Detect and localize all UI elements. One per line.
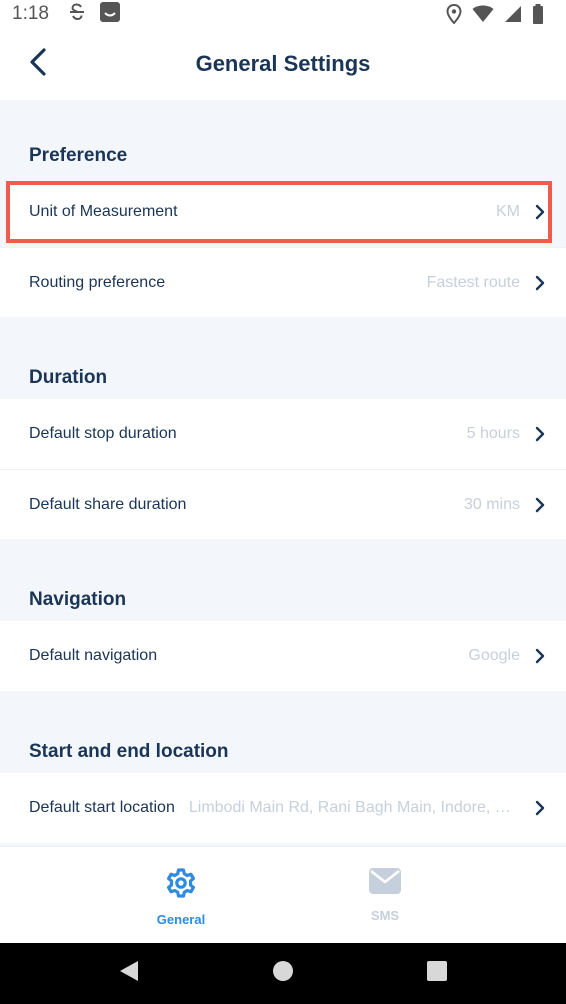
chevron-right-icon — [534, 275, 546, 291]
row-value: Google — [468, 647, 520, 664]
section-title-start-end-location: Start and end location — [29, 741, 229, 762]
row-label: Default start location — [29, 799, 175, 816]
cell-signal-icon — [504, 5, 522, 28]
chevron-right-icon — [534, 204, 546, 220]
tab-sms[interactable]: SMS — [333, 867, 437, 943]
settings-list[interactable]: Preference Unit of Measurement KM Routin… — [0, 100, 566, 846]
chevron-left-icon — [28, 47, 48, 81]
row-label: Routing preference — [29, 273, 166, 291]
row-label: Default stop duration — [29, 425, 177, 442]
status-time: 1:18 — [12, 3, 49, 24]
tab-general-label: General — [156, 912, 206, 927]
bottom-tab-bar: General SMS — [0, 846, 566, 943]
back-button[interactable] — [22, 47, 54, 81]
square-recents-icon — [426, 960, 448, 987]
system-recents-button[interactable] — [425, 960, 449, 987]
chevron-right-icon — [534, 426, 546, 442]
section-title-duration: Duration — [29, 367, 108, 388]
row-value: 30 mins — [463, 495, 520, 513]
row-value: KM — [496, 203, 520, 220]
row-label: Default share duration — [29, 495, 187, 513]
row-label: Default navigation — [29, 647, 158, 664]
system-back-button[interactable] — [117, 959, 141, 988]
envelope-icon — [368, 867, 402, 900]
app-header: General Settings — [0, 28, 566, 100]
row-default-navigation[interactable]: Default navigation Google — [0, 621, 566, 691]
status-bar: 1:18 — [0, 0, 566, 28]
wifi-icon — [472, 5, 494, 28]
section-title-preference: Preference — [29, 145, 128, 166]
section-title-navigation: Navigation — [29, 589, 127, 610]
tab-sms-label: SMS — [370, 908, 400, 923]
row-default-share-duration[interactable]: Default share duration 30 mins — [0, 469, 566, 539]
row-value: Limbodi Main Rd, Rani Bagh Main, Indore,… — [188, 799, 520, 816]
row-value: Fastest route — [426, 273, 520, 291]
chevron-right-icon — [534, 497, 546, 513]
chevron-right-icon — [534, 800, 546, 816]
system-home-button[interactable] — [271, 960, 295, 987]
triangle-back-icon — [118, 959, 140, 988]
row-unit-of-measurement[interactable]: Unit of Measurement KM — [6, 181, 552, 243]
circle-home-icon — [272, 960, 294, 987]
strikethrough-notification-icon — [67, 2, 87, 27]
row-value: 5 hours — [466, 425, 520, 442]
tab-general[interactable]: General — [129, 867, 233, 943]
location-icon — [446, 3, 462, 29]
page-title: General Settings — [195, 51, 371, 76]
gear-icon — [165, 867, 197, 904]
system-nav-bar — [0, 943, 566, 1004]
row-default-stop-duration[interactable]: Default stop duration 5 hours — [0, 399, 566, 469]
app-notification-icon — [99, 1, 121, 28]
chevron-right-icon — [534, 648, 546, 664]
row-label: Unit of Measurement — [29, 203, 178, 220]
row-routing-preference[interactable]: Routing preference Fastest route — [0, 247, 566, 317]
row-default-start-location[interactable]: Default start location Limbodi Main Rd, … — [0, 773, 566, 843]
battery-icon — [532, 4, 544, 29]
